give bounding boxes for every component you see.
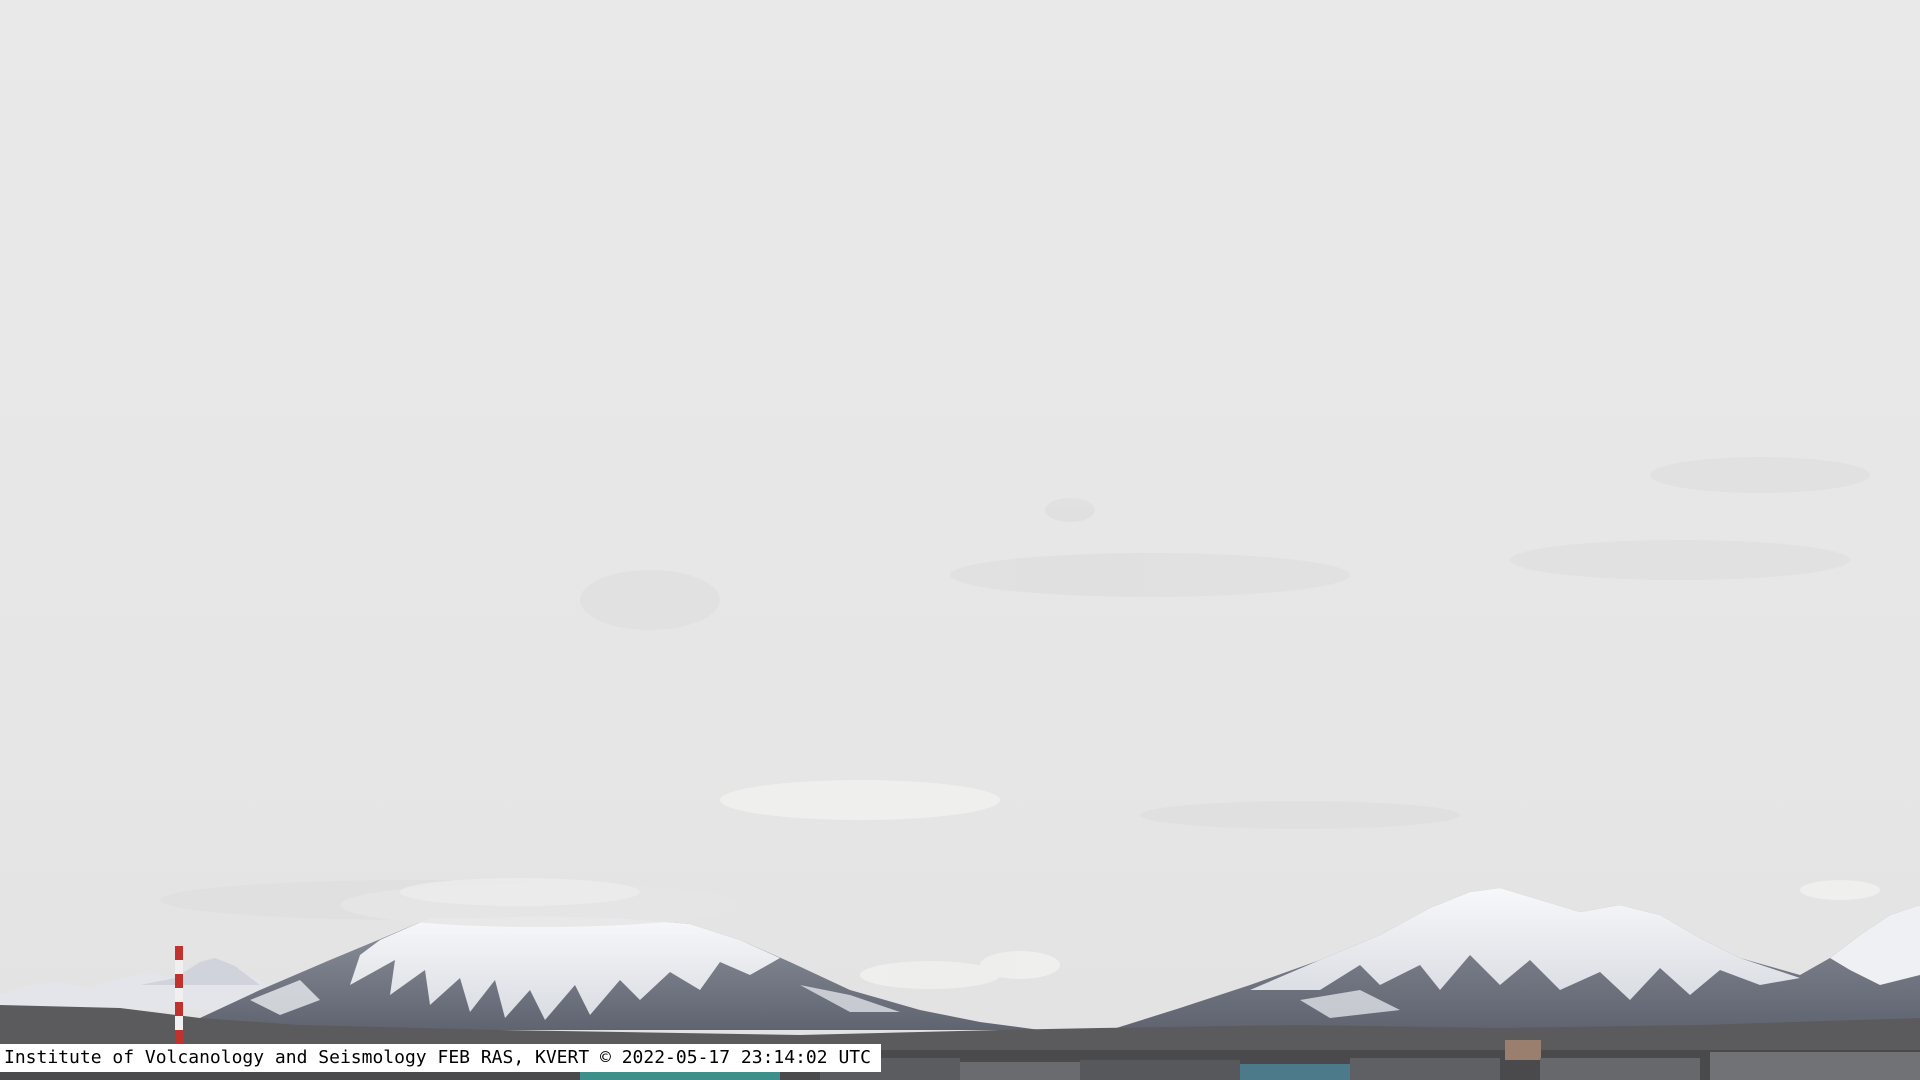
webcam-caption: Institute of Volcanology and Seismology … <box>0 1044 881 1072</box>
chimney <box>175 946 183 1050</box>
webcam-view: Institute of Volcanology and Seismology … <box>0 0 1920 1080</box>
volcano-landscape <box>0 0 1920 1080</box>
